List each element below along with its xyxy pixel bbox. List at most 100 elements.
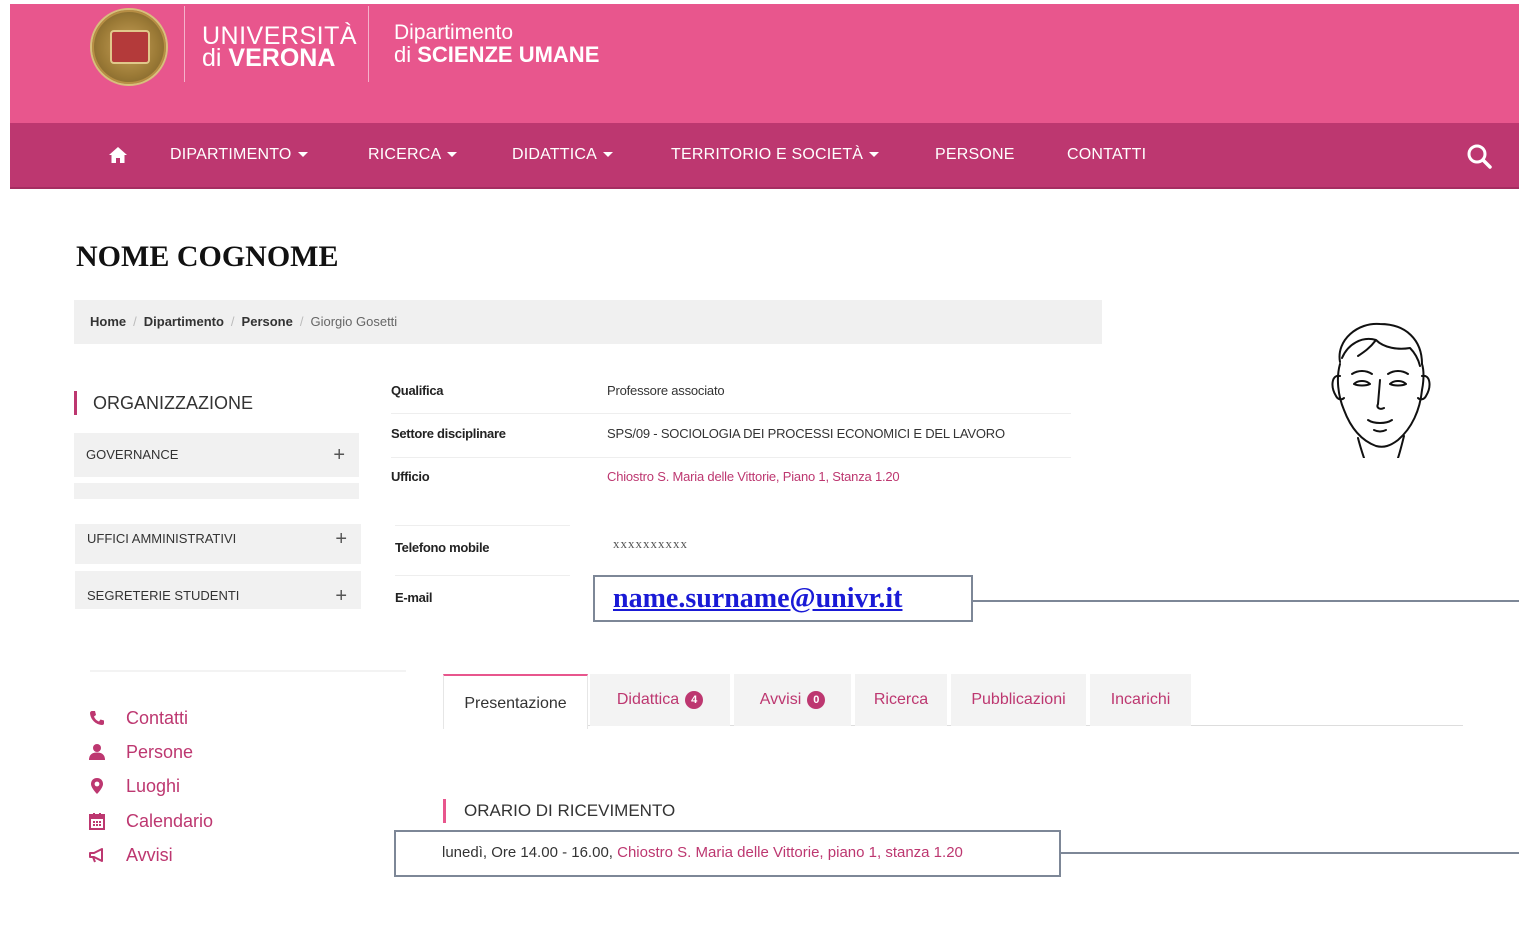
megaphone-icon <box>89 848 103 863</box>
sidebar-item-label: UFFICI AMMINISTRATIVI <box>87 531 237 546</box>
breadcrumb-persone[interactable]: Persone <box>242 314 293 329</box>
nav-label: RICERCA <box>368 146 442 163</box>
nav-item-didattica[interactable]: DIDATTICA <box>512 123 614 187</box>
settore-value: SPS/09 - SOCIOLOGIA DEI PROCESSI ECONOMI… <box>607 426 1005 441</box>
email-label: E-mail <box>395 590 433 605</box>
quicklink-contatti[interactable]: Contatti <box>88 706 288 730</box>
breadcrumb-current: Giorgio Gosetti <box>310 314 398 329</box>
plus-icon[interactable]: + <box>335 524 347 554</box>
university-seal-logo[interactable] <box>90 8 168 86</box>
ufficio-label: Ufficio <box>391 469 430 484</box>
department-name-bold: SCIENZE UMANE <box>417 42 600 67</box>
count-badge: 0 <box>807 690 826 709</box>
plus-icon[interactable]: + <box>335 571 347 621</box>
office-hours-time: lunedì, Ore 14.00 - 16.00, <box>442 844 613 861</box>
department-name-line2[interactable]: di SCIENZE UMANE <box>394 44 599 66</box>
calendar-icon <box>89 813 105 830</box>
quicklink-avvisi[interactable]: Avvisi <box>88 843 288 867</box>
nav-item-contatti[interactable]: CONTATTI <box>1067 123 1146 187</box>
tab-ricerca[interactable]: Ricerca <box>855 674 947 726</box>
plus-icon[interactable]: + <box>333 433 345 477</box>
quicklink-label: Persone <box>126 742 194 762</box>
quicklink-calendario[interactable]: Calendario <box>88 809 288 833</box>
annotation-line <box>1061 852 1519 854</box>
caret-down-icon <box>447 152 458 158</box>
search-icon[interactable] <box>1466 143 1492 169</box>
row-divider <box>391 413 1071 414</box>
telefono-value: xxxxxxxxxx <box>613 536 688 551</box>
row-divider <box>395 525 570 526</box>
tab-didattica[interactable]: Didattica 4 <box>590 674 730 726</box>
office-hours-row: lunedì, Ore 14.00 - 16.00, Chiostro S. M… <box>442 844 963 861</box>
qualifica-label: Qualifica <box>391 383 444 398</box>
tab-presentazione[interactable]: Presentazione <box>443 674 588 729</box>
home-icon[interactable] <box>108 145 128 165</box>
quicklink-label: Avvisi <box>126 845 173 865</box>
annotation-line <box>973 600 1519 602</box>
breadcrumb-separator: / <box>133 314 137 329</box>
caret-down-icon <box>603 152 614 158</box>
tab-label: Presentazione <box>464 695 567 712</box>
nav-label: TERRITORIO E SOCIETÀ <box>671 146 864 163</box>
breadcrumb-dipartimento[interactable]: Dipartimento <box>144 314 224 329</box>
nav-item-ricerca[interactable]: RICERCA <box>368 123 458 187</box>
sidebar-item-segreterie-studenti[interactable]: SEGRETERIE STUDENTI + <box>75 571 361 609</box>
header-divider <box>368 6 369 82</box>
phone-icon <box>90 711 104 725</box>
sidebar-divider <box>90 670 406 672</box>
profile-portrait-drawing <box>1331 322 1431 458</box>
sidebar-item-uffici-amministrativi[interactable]: UFFICI AMMINISTRATIVI + <box>75 524 361 564</box>
nav-item-dipartimento[interactable]: DIPARTIMENTO <box>170 123 308 187</box>
ufficio-link[interactable]: Chiostro S. Maria delle Vittorie, Piano … <box>607 469 900 484</box>
office-hours-place-link[interactable]: Chiostro S. Maria delle Vittorie, piano … <box>617 844 963 861</box>
department-name-prefix: di <box>394 42 412 67</box>
quicklink-label: Luoghi <box>126 776 181 796</box>
tab-label: Pubblicazioni <box>971 691 1066 708</box>
nav-label: PERSONE <box>935 146 1015 163</box>
breadcrumb-separator: / <box>230 314 235 329</box>
nav-label: DIPARTIMENTO <box>170 146 292 163</box>
department-name-line1[interactable]: Dipartimento <box>394 22 513 43</box>
university-name-bold: VERONA <box>228 44 336 72</box>
office-hours-heading: ORARIO DI RICEVIMENTO <box>443 799 675 823</box>
nav-item-persone[interactable]: PERSONE <box>935 123 1015 187</box>
tab-label: Avvisi <box>759 691 802 708</box>
telefono-label: Telefono mobile <box>395 540 490 555</box>
map-marker-icon <box>91 778 103 794</box>
site-header: UNIVERSITÀ di VERONA Dipartimento di SCI… <box>10 4 1519 123</box>
tab-label: Didattica <box>616 691 680 708</box>
email-link[interactable]: name.surname@univr.it <box>613 583 902 615</box>
email-highlight-box: name.surname@univr.it <box>593 575 973 622</box>
sidebar-item-governance[interactable]: GOVERNANCE + <box>74 433 359 477</box>
caret-down-icon <box>869 152 880 158</box>
sidebar-item-label: GOVERNANCE <box>86 447 179 462</box>
nav-item-territorio-e-societa[interactable]: TERRITORIO E SOCIETÀ <box>671 123 880 187</box>
breadcrumb-home[interactable]: Home <box>90 314 126 329</box>
header-divider <box>184 6 185 82</box>
tab-label: Ricerca <box>873 691 929 708</box>
nav-label: CONTATTI <box>1067 146 1147 163</box>
quicklink-persone[interactable]: Persone <box>88 740 288 764</box>
quicklink-label: Contatti <box>126 708 189 728</box>
tab-avvisi[interactable]: Avvisi 0 <box>734 674 851 726</box>
page-title: NOME COGNOME <box>76 240 339 273</box>
office-hours-highlight-box: lunedì, Ore 14.00 - 16.00, Chiostro S. M… <box>394 830 1061 877</box>
caret-down-icon <box>297 152 308 158</box>
qualifica-value: Professore associato <box>607 383 725 398</box>
breadcrumb-separator: / <box>299 314 304 329</box>
sidebar-heading: ORGANIZZAZIONE <box>74 391 253 415</box>
count-badge: 4 <box>685 690 704 709</box>
quicklink-label: Calendario <box>126 811 214 831</box>
tab-incarichi[interactable]: Incarichi <box>1090 674 1191 726</box>
sidebar-item-label: SEGRETERIE STUDENTI <box>87 588 240 603</box>
person-icon <box>89 744 105 760</box>
row-divider <box>395 575 570 576</box>
tab-label: Incarichi <box>1110 691 1171 708</box>
quicklink-luoghi[interactable]: Luoghi <box>88 774 288 798</box>
sidebar-collapsed-panel <box>74 483 359 499</box>
settore-label: Settore disciplinare <box>391 426 506 441</box>
tab-pubblicazioni[interactable]: Pubblicazioni <box>951 674 1086 726</box>
university-name-line2[interactable]: di VERONA <box>202 46 335 71</box>
university-name-prefix: di <box>202 44 222 72</box>
nav-label: DIDATTICA <box>512 146 598 163</box>
